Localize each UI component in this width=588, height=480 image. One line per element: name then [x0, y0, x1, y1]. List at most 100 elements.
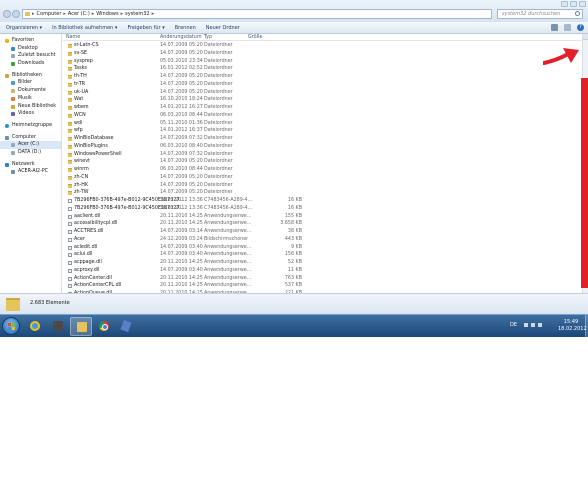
folder-row[interactable]: WinBioPlugIns 06.03.2010 08:40 Dateiordner	[63, 143, 582, 151]
nav-homegroup[interactable]: Heimnetzgruppe	[0, 122, 61, 130]
file-date: 14.07.2009 05:20	[160, 43, 203, 48]
include-library-button[interactable]: In Bibliothek aufnehmen ▾	[52, 25, 117, 31]
file-date: 16.02.2012 13:36	[160, 205, 203, 211]
folder-row[interactable]: sysprep 05.03.2010 23:34 Dateiordner	[63, 58, 582, 66]
folder-row[interactable]: th-TH 14.07.2009 05:20 Dateiordner	[63, 73, 582, 81]
folder-row[interactable]: sv-SE 14.07.2009 05:20 Dateiordner	[63, 50, 582, 58]
pictures-icon	[11, 81, 15, 86]
search-input[interactable]: system32 durchsuchen	[497, 9, 583, 19]
folder-row[interactable]: zh-CN 14.07.2009 05:20 Dateiordner	[63, 174, 582, 182]
file-type: Dateiordner	[204, 167, 233, 172]
organize-button[interactable]: Organisieren ▾	[6, 25, 42, 31]
file-row[interactable]: 7B296FB0-376B-497e-B012-9C450E1B7327... 1…	[63, 197, 582, 205]
file-type: Anwendungserwe...	[204, 213, 252, 219]
dll-file-icon	[68, 268, 72, 273]
clock[interactable]: 15:49 18.02.2012	[558, 319, 587, 333]
minimize-button[interactable]	[561, 1, 568, 7]
file-date: 16.02.2012 13:36	[160, 198, 203, 203]
library-icon	[5, 73, 9, 78]
maximize-button[interactable]	[570, 1, 577, 7]
file-row[interactable]: 7B296FB0-376B-497e-B012-9C450E1B7327... 1…	[63, 205, 582, 213]
file-name: tr-TR	[74, 81, 86, 87]
address-bar[interactable]: ▸ Computer ▸ Acer (C:) ▸ Windows ▸ syste…	[22, 9, 492, 19]
nav-libraries[interactable]: Bibliotheken	[0, 72, 61, 80]
folder-row[interactable]: WinBioDatabase 14.07.2009 07:32 Dateiordne…	[63, 135, 582, 143]
nav-pictures[interactable]: Bilder	[0, 79, 61, 87]
help-icon[interactable]: ?	[577, 24, 584, 31]
nav-drive-c[interactable]: Acer (C:)	[0, 141, 61, 149]
column-header-name[interactable]: Name	[66, 35, 80, 40]
tray-arrow-icon[interactable]	[524, 323, 529, 327]
breadcrumb-computer[interactable]: Computer	[37, 11, 62, 17]
folder-row[interactable]: sr-Latn-CS 14.07.2009 05:20 Dateiordner	[63, 42, 582, 50]
column-header-type[interactable]: Typ	[204, 35, 212, 40]
file-row[interactable]: aaclient.dll 20.11.2010 14:25 Anwendungser…	[63, 213, 582, 221]
folder-row[interactable]: winevt 14.07.2009 05:20 Dateiordner	[63, 158, 582, 166]
taskbar-internet-explorer[interactable]	[24, 317, 46, 336]
folder-row[interactable]: winrm 06.03.2010 08:44 Dateiordner	[63, 166, 582, 174]
videos-icon	[11, 112, 15, 117]
folder-row[interactable]: tr-TR 14.07.2009 05:20 Dateiordner	[63, 81, 582, 89]
file-row[interactable]: acppage.dll 20.11.2010 14:25 Anwendungserw…	[63, 259, 582, 267]
new-folder-button[interactable]: Neuer Ordner	[206, 25, 240, 31]
share-button[interactable]: Freigeben für ▾	[127, 25, 164, 31]
nav-music[interactable]: Musik	[0, 95, 61, 103]
nav-favorites[interactable]: Favoriten	[0, 37, 61, 45]
nav-computer[interactable]: Computer	[0, 134, 61, 142]
nav-drive-d[interactable]: DATA (D:)	[0, 149, 61, 157]
folder-row[interactable]: WindowsPowerShell 14.07.2009 07:32 Dateior…	[63, 151, 582, 159]
nav-new-library[interactable]: Neue Bibliothek	[0, 103, 61, 111]
breadcrumb-system32[interactable]: system32	[125, 11, 149, 17]
nav-downloads[interactable]: Downloads	[0, 60, 61, 68]
folder-row[interactable]: wfp 14.01.2012 16:37 Dateiordner	[63, 127, 582, 135]
file-row[interactable]: ActionCenter.dll 20.11.2010 14:25 Anwendun…	[63, 275, 582, 283]
start-button[interactable]	[2, 317, 20, 335]
taskbar-explorer[interactable]	[70, 317, 92, 336]
taskbar-chrome[interactable]	[93, 317, 115, 336]
folder-row[interactable]: wdi 05.11.2010 01:36 Dateiordner	[63, 120, 582, 128]
volume-icon[interactable]	[538, 323, 543, 327]
file-type: Anwendungserwe...	[204, 260, 252, 265]
folder-row[interactable]: uk-UA 14.07.2009 05:20 Dateiordner	[63, 89, 582, 97]
forward-button[interactable]	[12, 10, 20, 18]
column-header-size[interactable]: Größe	[248, 35, 263, 40]
nav-recent[interactable]: Zuletzt besucht	[0, 52, 61, 60]
breadcrumb-drive[interactable]: Acer (C:)	[68, 11, 90, 17]
file-type: Dateiordner	[204, 159, 233, 165]
taskbar-paint[interactable]	[116, 317, 138, 336]
back-button[interactable]	[3, 10, 11, 18]
nav-videos[interactable]: Videos	[0, 110, 61, 118]
nav-desktop[interactable]: Desktop	[0, 45, 61, 53]
network-tray-icon[interactable]	[531, 323, 536, 327]
file-type: Dateiordner	[204, 190, 233, 196]
file-icon	[68, 206, 72, 211]
folder-row[interactable]: wbem 14.01.2012 16:27 Dateiordner	[63, 104, 582, 112]
file-type: Dateiordner	[204, 182, 233, 188]
file-row[interactable]: acledit.dll 14.07.2009 03:40 Anwendungserw…	[63, 244, 582, 252]
scroll-up-button[interactable]	[583, 34, 588, 40]
file-row[interactable]: ActionCenterCPL.dll 20.11.2010 14:25 Anwen…	[63, 282, 582, 290]
language-indicator[interactable]: DE	[510, 322, 517, 328]
taskbar-media-player[interactable]	[47, 317, 69, 336]
file-row[interactable]: aclui.dll 14.07.2009 03:40 Anwendungserwe.…	[63, 251, 582, 259]
column-header-date[interactable]: Änderungsdatum	[160, 35, 202, 40]
file-row[interactable]: accessibilitycpl.dll 20.11.2010 14:25 Anwe…	[63, 220, 582, 228]
address-bar-row: ▸ Computer ▸ Acer (C:) ▸ Windows ▸ syste…	[0, 0, 588, 22]
nav-documents[interactable]: Dokumente	[0, 87, 61, 95]
folder-row[interactable]: WCN 06.03.2010 08:44 Dateiordner	[63, 112, 582, 120]
nav-network-pc[interactable]: ACER-AI2-PC	[0, 168, 61, 176]
nav-network[interactable]: Netzwerk	[0, 161, 61, 169]
file-row[interactable]: ACCTRES.dll 14.07.2009 03:14 Anwendungserw…	[63, 228, 582, 236]
folder-row[interactable]: Tasks 16.01.2012 02:52 Dateiordner	[63, 65, 582, 73]
file-row[interactable]: Acer 24.12.2009 03:24 Bildschirmschoner 443…	[63, 236, 582, 244]
close-button[interactable]	[579, 1, 586, 7]
file-row[interactable]: acproxy.dll 14.07.2009 03:40 Anwendungserw…	[63, 267, 582, 275]
burn-button[interactable]: Brennen	[175, 25, 196, 31]
folder-row[interactable]: zh-TW 14.07.2009 05:20 Dateiordner	[63, 189, 582, 197]
folder-row[interactable]: zh-HK 14.07.2009 05:20 Dateiordner	[63, 182, 582, 190]
preview-pane-icon[interactable]	[564, 24, 571, 31]
folder-row[interactable]: Wat 16.10.2010 18:24 Dateiordner	[63, 96, 582, 104]
breadcrumb-windows[interactable]: Windows	[96, 11, 118, 17]
view-options-icon[interactable]	[551, 24, 558, 31]
file-type: Anwendungserwe...	[204, 221, 252, 227]
